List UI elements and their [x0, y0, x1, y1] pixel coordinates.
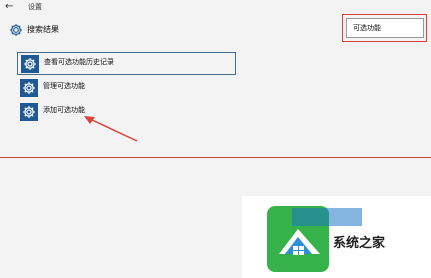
watermark: 系统之家: [242, 196, 431, 278]
watermark-text: 系统之家: [333, 236, 386, 251]
red-divider-line: [0, 157, 431, 158]
